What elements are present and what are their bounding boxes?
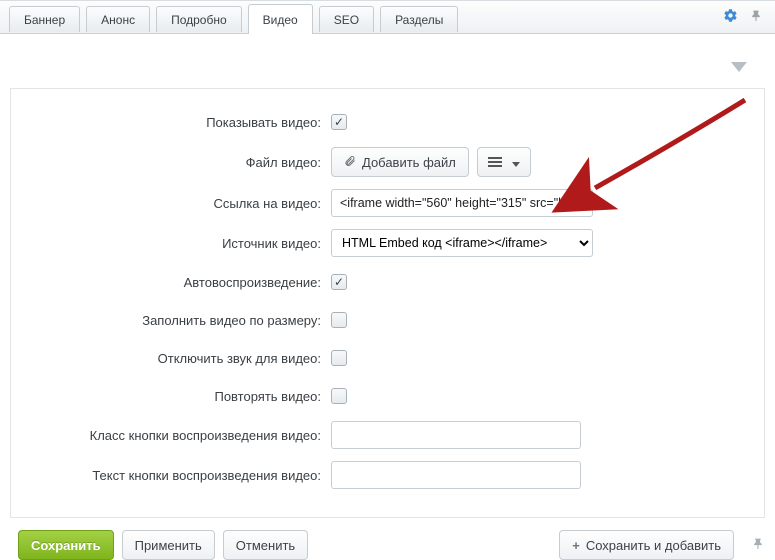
pin-icon[interactable] [750,9,763,25]
menu-icon [488,155,502,170]
loop-label: Повторять видео: [31,389,331,404]
video-link-label: Ссылка на видео: [31,196,331,211]
video-link-input[interactable] [331,189,593,217]
tab-seo[interactable]: SEO [319,6,374,32]
save-button[interactable]: Сохранить [18,530,114,560]
play-btn-class-label: Класс кнопки воспроизведения видео: [31,428,331,443]
play-btn-text-input[interactable] [331,461,581,489]
paperclip-icon [344,154,356,171]
apply-button[interactable]: Применить [122,530,215,560]
add-file-button-label: Добавить файл [362,155,456,170]
tab-bar: Баннер Анонс Подробно Видео SEO Разделы [0,0,775,34]
tab-detail[interactable]: Подробно [156,6,242,32]
tab-video[interactable]: Видео [248,4,313,34]
chevron-down-icon [512,155,520,170]
fill-size-label: Заполнить видео по размеру: [31,313,331,328]
video-source-label: Источник видео: [31,236,331,251]
mute-label: Отключить звук для видео: [31,351,331,366]
footer-bar: Сохранить Применить Отменить + Сохранить… [0,518,775,560]
collapse-caret-icon[interactable] [731,62,747,72]
show-video-checkbox[interactable] [331,114,347,130]
footer-pin-icon[interactable] [752,537,765,554]
file-menu-button[interactable] [477,147,531,177]
play-btn-class-input[interactable] [331,421,581,449]
file-video-label: Файл видео: [31,155,331,170]
tab-anons[interactable]: Анонс [86,6,150,32]
video-source-select[interactable]: HTML Embed код <iframe></iframe> [331,229,593,257]
cancel-button[interactable]: Отменить [223,530,308,560]
autoplay-checkbox[interactable] [331,274,347,290]
plus-icon: + [572,538,580,553]
save-and-add-label: Сохранить и добавить [586,538,721,553]
tab-sections[interactable]: Разделы [380,6,458,32]
add-file-button[interactable]: Добавить файл [331,147,469,177]
mute-checkbox[interactable] [331,350,347,366]
tab-banner[interactable]: Баннер [9,6,80,32]
save-and-add-button[interactable]: + Сохранить и добавить [559,530,734,560]
loop-checkbox[interactable] [331,388,347,404]
play-btn-text-label: Текст кнопки воспроизведения видео: [31,468,331,483]
show-video-label: Показывать видео: [31,115,331,130]
gear-icon[interactable] [723,8,738,26]
form-panel: Показывать видео: Файл видео: Добавить ф… [10,88,765,518]
autoplay-label: Автовоспроизведение: [31,275,331,290]
fill-size-checkbox[interactable] [331,312,347,328]
